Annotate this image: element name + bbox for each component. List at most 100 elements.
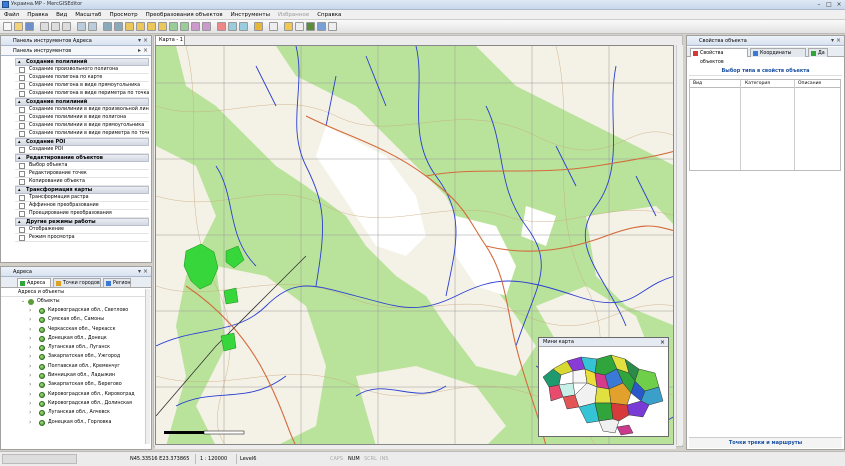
expand-icon[interactable]: › — [29, 390, 31, 399]
tree-icon[interactable] — [306, 22, 315, 31]
tool-item[interactable]: Создание полилинии в виде полигона — [15, 114, 149, 122]
expand-icon[interactable]: › — [29, 418, 31, 427]
maximize-icon[interactable]: □ — [824, 1, 834, 8]
expand-icon[interactable]: › — [29, 362, 31, 371]
address-row[interactable]: › Кировоградская обл., Кировоград — [1, 390, 151, 399]
tool-section-header[interactable]: ▴ Создание полилиний — [15, 98, 149, 106]
collapse-icon[interactable]: ▴ — [18, 219, 21, 226]
properties-tab[interactable]: Координаты — [750, 48, 806, 57]
collapse-icon[interactable]: ▴ — [18, 187, 21, 194]
address-row[interactable]: › Закарпатская обл., Берегово — [1, 380, 151, 389]
edit-nodes-icon[interactable] — [202, 22, 211, 31]
close-properties-icon[interactable]: ▾ × — [831, 36, 841, 46]
close-icon[interactable]: × — [834, 1, 844, 8]
menu-item[interactable]: Просмотр — [105, 10, 141, 20]
poi-icon[interactable] — [169, 22, 178, 31]
expand-icon[interactable]: › — [29, 371, 31, 380]
tool-section-header[interactable]: ▴ Редактирование объектов — [15, 154, 149, 162]
menu-item[interactable]: Преобразования объектов — [142, 10, 227, 20]
expand-icon[interactable]: › — [29, 306, 31, 315]
expand-icon[interactable]: › — [29, 399, 31, 408]
expand-icon[interactable]: › — [29, 380, 31, 389]
tracks-routes-button[interactable]: Точки треки и маршруты — [689, 437, 842, 448]
tool-item[interactable]: Режим просмотра — [15, 234, 149, 242]
address-row[interactable]: › Кировоградская обл., Светлово — [1, 306, 151, 315]
redo-icon[interactable] — [88, 22, 97, 31]
expand-icon[interactable]: › — [29, 343, 31, 352]
collapse-icon[interactable]: ▴ — [18, 59, 21, 66]
cut-icon[interactable] — [40, 22, 49, 31]
expand-icon[interactable]: › — [29, 334, 31, 343]
column-header[interactable]: Описание — [798, 80, 821, 88]
map-tab[interactable]: Карта - 1 — [155, 35, 185, 45]
tool-item[interactable]: Проецирование преобразования — [15, 210, 149, 218]
polygon-icon[interactable] — [191, 22, 200, 31]
menu-item[interactable]: Справка — [313, 10, 345, 20]
address-tab[interactable]: Адреса — [17, 278, 51, 287]
tool-section-header[interactable]: ▴ Создание полилиний — [15, 58, 149, 66]
collapse-icon[interactable]: ▴ — [18, 99, 21, 106]
minimize-icon[interactable]: – — [814, 1, 824, 8]
overview-map[interactable]: Мини карта × — [538, 337, 669, 437]
measure-icon[interactable] — [228, 22, 237, 31]
menu-item[interactable]: Файл — [0, 10, 23, 20]
column-header[interactable]: Вид — [693, 80, 702, 88]
tool-item[interactable]: Создание полигона в виде периметра по то… — [15, 90, 149, 98]
close-panel-icon[interactable]: ▾ × — [138, 36, 148, 46]
copy-icon[interactable] — [51, 22, 60, 31]
zoom-out-icon[interactable] — [114, 22, 123, 31]
tool-item[interactable]: Отображение — [15, 226, 149, 234]
tool-item[interactable]: Копирование объекта — [15, 178, 149, 186]
tool-section-header[interactable]: ▴ Другие режимы работы — [15, 218, 149, 226]
delete-icon[interactable] — [217, 22, 226, 31]
settings-icon[interactable] — [295, 22, 304, 31]
open-folder-icon[interactable] — [14, 22, 23, 31]
menu-item[interactable]: Правка — [23, 10, 52, 20]
menu-item[interactable]: Инструменты — [227, 10, 274, 20]
menu-item[interactable]: Избранное — [274, 10, 313, 20]
address-scrollbar[interactable] — [145, 289, 150, 444]
map-vertical-scrollbar[interactable] — [676, 45, 683, 445]
collapse-icon[interactable]: ⌄ — [21, 297, 25, 306]
tool-item[interactable]: Создание полигона в виде прямоугольника — [15, 82, 149, 90]
globe-icon[interactable] — [317, 22, 326, 31]
tool-section-header[interactable]: ▴ Создание POI — [15, 138, 149, 146]
expand-icon[interactable]: › — [29, 408, 31, 417]
collapse-icon[interactable]: ▴ — [18, 139, 21, 146]
grid-icon[interactable] — [147, 22, 156, 31]
zoom-in-icon[interactable] — [103, 22, 112, 31]
paste-icon[interactable] — [62, 22, 71, 31]
address-row[interactable]: › Сумская обл., Самоны — [1, 315, 151, 324]
column-header[interactable]: Категория — [745, 80, 770, 88]
menu-item[interactable]: Вид — [52, 10, 71, 20]
new-file-icon[interactable] — [3, 22, 12, 31]
hand-icon[interactable] — [125, 22, 134, 31]
polyline-icon[interactable] — [180, 22, 189, 31]
address-row[interactable]: › Черкасская обл., Черкасск — [1, 325, 151, 334]
address-row[interactable]: › Закарпатская обл., Ужгород — [1, 352, 151, 361]
properties-tab[interactable]: Да — [808, 48, 828, 57]
expand-icon[interactable]: › — [29, 315, 31, 324]
more-icon[interactable] — [328, 22, 337, 31]
select-icon[interactable] — [136, 22, 145, 31]
address-tab[interactable]: Регион — [103, 278, 131, 287]
expand-icon[interactable]: › — [29, 325, 31, 334]
tool-item[interactable]: Создание полилинии в виде прямоугольника — [15, 122, 149, 130]
close-overview-icon[interactable]: × — [660, 338, 665, 347]
collapse-icon[interactable]: ▴ — [18, 155, 21, 162]
tool-item[interactable]: Редактирование точек — [15, 170, 149, 178]
address-row[interactable]: › Луганская обл., Луганск — [1, 343, 151, 352]
tool-item[interactable]: Создание полилинии в виде произвольной л… — [15, 106, 149, 114]
tool-item[interactable]: Трансформация растра — [15, 194, 149, 202]
tool-item[interactable]: Аффинное преобразование — [15, 202, 149, 210]
route-icon[interactable] — [239, 22, 248, 31]
expand-icon[interactable]: › — [29, 352, 31, 361]
address-row[interactable]: › Донецкая обл., Горловка — [1, 418, 151, 427]
tool-item[interactable]: Создание полигона по карте — [15, 74, 149, 82]
menu-item[interactable]: Масштаб — [71, 10, 105, 20]
tool-item[interactable]: Выбор объекта — [15, 162, 149, 170]
tool-item[interactable]: Создание POI — [15, 146, 149, 154]
close-address-panel-icon[interactable]: ▾ × — [138, 267, 148, 277]
save-icon[interactable] — [25, 22, 34, 31]
address-row[interactable]: › Донецкая обл., Донецк — [1, 334, 151, 343]
